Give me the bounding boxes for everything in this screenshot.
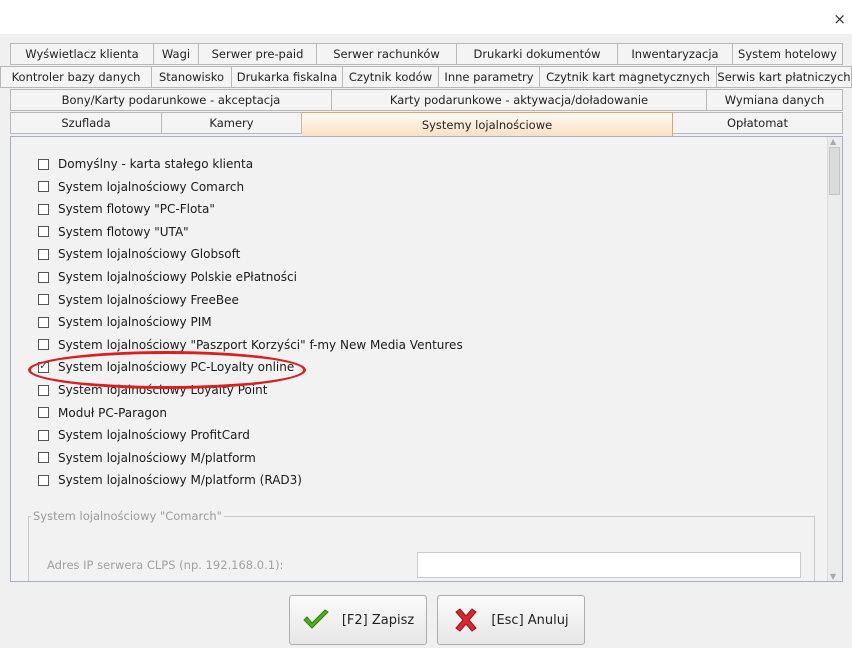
title-bar: × (0, 0, 852, 34)
loyalty-option-row[interactable]: System lojalnościowy Globsoft (38, 245, 240, 263)
clps-ip-input[interactable] (417, 552, 801, 578)
tab-drukarka-fiskalna[interactable]: Drukarka fiskalna (232, 66, 343, 88)
tab-row-4: Szuflada Kamery Systemy lojalnościowe Op… (10, 112, 843, 137)
tab-row-3: Bony/Karty podarunkowe - akceptacja Kart… (10, 89, 843, 111)
tab-serwer-pre-paid[interactable]: Serwer pre-paid (199, 43, 317, 65)
tab-czytnik-kodow[interactable]: Czytnik kodów (343, 66, 439, 88)
cancel-button[interactable]: [Esc] Anuluj (437, 595, 585, 645)
tab-stanowisko[interactable]: Stanowisko (152, 66, 232, 88)
tab-bony-karty-akceptacja[interactable]: Bony/Karty podarunkowe - akceptacja (10, 89, 332, 111)
tab-serwis-kart-platniczych[interactable]: Serwis kart płatniczych (717, 66, 852, 88)
clps-ip-label: Adres IP serwera CLPS (np. 192.168.0.1): (47, 558, 284, 572)
loyalty-option-row[interactable]: System lojalnościowy ProfitCard (38, 426, 250, 444)
dialog-footer: [F2] Zapisz [Esc] Anuluj (0, 584, 852, 648)
loyalty-option-label: System lojalnościowy M/platform (58, 450, 256, 465)
checkbox[interactable] (38, 271, 49, 283)
close-icon[interactable]: × (833, 12, 846, 27)
loyalty-option-label: System lojalnościowy Comarch (58, 179, 245, 194)
loyalty-option-label: System lojalnościowy FreeBee (58, 292, 239, 307)
scroll-down-icon[interactable]: ▼ (830, 572, 836, 581)
tab-wagi[interactable]: Wagi (154, 43, 199, 65)
tab-kontroler-bazy-danych[interactable]: Kontroler bazy danych (0, 66, 152, 88)
save-button[interactable]: [F2] Zapisz (289, 595, 427, 645)
tab-wyswietlacz-klienta[interactable]: Wyświetlacz klienta (10, 43, 154, 65)
scrollbar-thumb[interactable] (829, 147, 840, 195)
highlight-ellipse (28, 351, 306, 389)
tab-wymiana-danych[interactable]: Wymiana danych (707, 89, 843, 111)
loyalty-option-row[interactable]: System lojalnościowy "Paszport Korzyści"… (38, 336, 463, 354)
checkbox[interactable] (38, 181, 49, 193)
loyalty-option-label: System flotowy "UTA" (58, 224, 189, 239)
tab-row-2: Kontroler bazy danych Stanowisko Drukark… (0, 66, 852, 88)
scroll-up-icon[interactable]: ▲ (830, 137, 836, 146)
loyalty-option-row[interactable]: System lojalnościowy FreeBee (38, 291, 239, 309)
checkbox[interactable] (38, 429, 49, 441)
checkbox[interactable] (38, 339, 49, 351)
loyalty-systems-panel: Domyślny - karta stałego klienta System l… (10, 136, 843, 582)
tab-inwentaryzacja[interactable]: Inwentaryzacja (618, 43, 733, 65)
checkbox[interactable] (38, 226, 49, 238)
tab-drukarki-dokumentow[interactable]: Drukarki dokumentów (457, 43, 618, 65)
checkbox[interactable] (38, 407, 49, 419)
comarch-settings-group: System lojalnościowy "Comarch" Adres IP … (28, 509, 815, 581)
tab-row-1: Wyświetlacz klienta Wagi Serwer pre-paid… (10, 43, 843, 65)
loyalty-option-label: System flotowy "PC-Flota" (58, 202, 215, 217)
comarch-group-legend: System lojalnościowy "Comarch" (33, 509, 222, 523)
loyalty-option-row[interactable]: System lojalnościowy M/platform (38, 449, 256, 467)
checkbox[interactable] (38, 316, 49, 328)
loyalty-option-label: Moduł PC-Paragon (58, 405, 167, 420)
loyalty-option-row[interactable]: System lojalnościowy Comarch (38, 178, 244, 196)
loyalty-option-label: System lojalnościowy "Paszport Korzyści"… (58, 337, 463, 352)
loyalty-option-row[interactable]: Moduł PC-Paragon (38, 404, 167, 422)
tab-karty-aktywacja[interactable]: Karty podarunkowe - aktywacja/doładowani… (332, 89, 707, 111)
loyalty-option-label: System lojalnościowy M/platform (RAD3) (58, 473, 302, 488)
tab-kamery[interactable]: Kamery (162, 112, 302, 134)
checkmark-icon (303, 609, 329, 629)
loyalty-option-label: Domyślny - karta stałego klienta (58, 157, 254, 171)
loyalty-option-label: System lojalnościowy Polskie ePłatności (58, 270, 297, 284)
loyalty-option-label: System lojalnościowy Globsoft (58, 247, 241, 262)
loyalty-option-row[interactable]: System lojalnościowy M/platform (RAD3) (38, 471, 302, 489)
cancel-button-label: [Esc] Anuluj (491, 612, 569, 628)
checkbox[interactable] (38, 384, 49, 396)
tab-oplatomat[interactable]: Opłatomat (673, 112, 843, 134)
checkbox[interactable] (38, 294, 49, 306)
cross-icon (455, 608, 478, 632)
tab-czytnik-kart-magnetycznych[interactable]: Czytnik kart magnetycznych (540, 66, 717, 88)
loyalty-option-row[interactable]: Domyślny - karta stałego klienta (38, 155, 253, 173)
tab-inne-parametry[interactable]: Inne parametry (439, 66, 540, 88)
checkbox[interactable] (38, 452, 49, 464)
save-button-label: [F2] Zapisz (341, 612, 415, 628)
loyalty-option-label: System lojalnościowy ProfitCard (58, 428, 250, 443)
checkbox[interactable] (38, 474, 49, 486)
loyalty-option-row[interactable]: System lojalnościowy PIM (38, 313, 212, 331)
loyalty-option-row[interactable]: System flotowy "UTA" (38, 223, 189, 241)
checkbox[interactable] (38, 248, 49, 260)
checkbox[interactable] (38, 203, 49, 215)
checkbox[interactable] (38, 158, 49, 170)
vertical-scrollbar[interactable]: ▲ ▼ (827, 137, 842, 581)
tab-systemy-lojalnosciowe[interactable]: Systemy lojalnościowe (302, 112, 673, 137)
loyalty-option-row[interactable]: System flotowy "PC-Flota" (38, 200, 215, 218)
tab-serwer-rachunkow[interactable]: Serwer rachunków (317, 43, 457, 65)
tab-szuflada[interactable]: Szuflada (10, 112, 162, 134)
tab-system-hotelowy[interactable]: System hotelowy (733, 43, 843, 65)
loyalty-option-label: System lojalnościowy PIM (58, 315, 212, 330)
loyalty-option-row[interactable]: System lojalnościowy Polskie ePłatności (38, 268, 297, 286)
